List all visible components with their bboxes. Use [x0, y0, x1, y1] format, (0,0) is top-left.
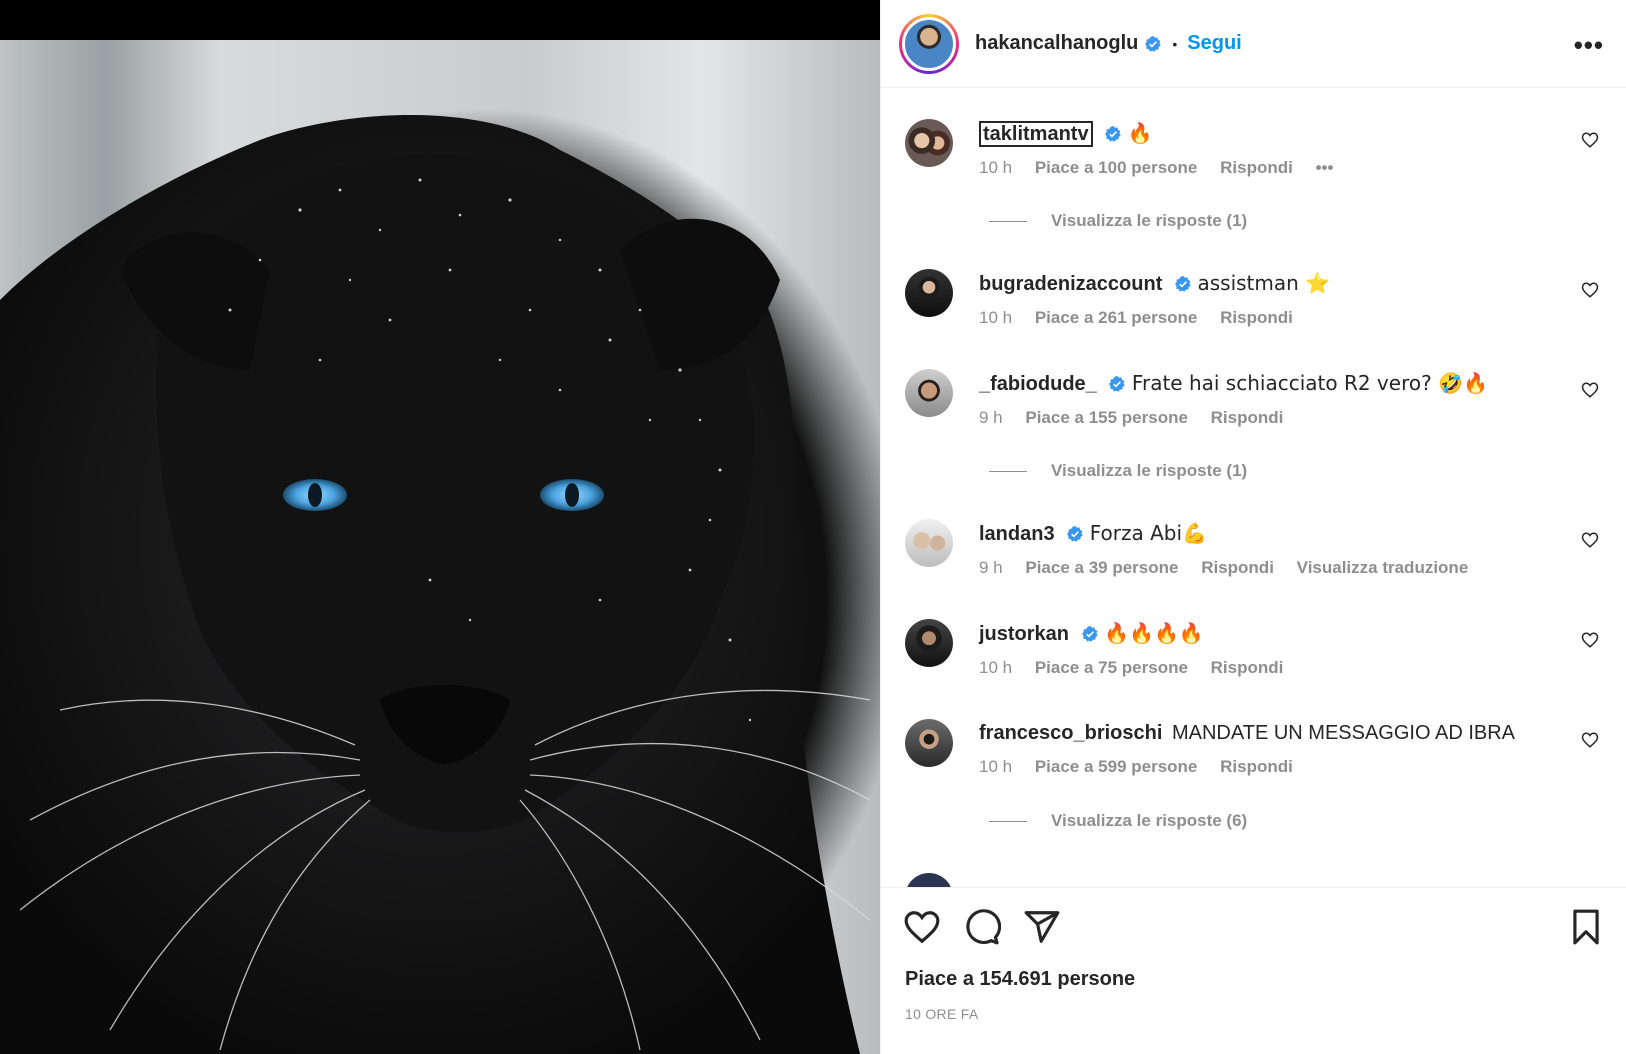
comment-time: 10 h [979, 757, 1013, 776]
heart-icon[interactable] [1581, 631, 1599, 649]
share-icon[interactable] [1023, 908, 1061, 946]
header-separator: • [1172, 35, 1178, 52]
comment-likes[interactable]: Piace a 261 persone [1035, 308, 1198, 327]
comment-username[interactable]: justorkan [979, 623, 1069, 645]
author-username[interactable]: hakancalhanoglu [975, 32, 1138, 55]
panther-photo[interactable] [0, 40, 880, 1054]
comment-likes[interactable]: Piace a 599 persone [1035, 757, 1198, 776]
follow-button[interactable]: Segui [1187, 32, 1241, 55]
comment-text: Frate hai schiacciato R2 vero? 🤣🔥 [1131, 371, 1488, 395]
more-options-icon[interactable]: ••• [1574, 30, 1604, 61]
comment-text: assistman ⭐ [1197, 271, 1331, 295]
comments-list[interactable]: taklitmantv 🔥 10 h Piace a 100 persone R… [881, 89, 1626, 887]
heart-icon[interactable] [1581, 731, 1599, 749]
reply-button[interactable]: Rispondi [1211, 658, 1284, 677]
author-avatar[interactable] [899, 13, 959, 74]
comment-likes[interactable]: Piace a 100 persone [1035, 158, 1198, 177]
heart-icon[interactable] [1581, 281, 1599, 299]
comment-time: 9 h [979, 558, 1003, 577]
comment-avatar[interactable] [905, 269, 953, 317]
comment-avatar[interactable] [905, 119, 953, 167]
verified-badge-icon [1175, 275, 1191, 292]
heart-icon[interactable] [1581, 381, 1599, 399]
reply-button[interactable]: Rispondi [1211, 408, 1284, 427]
post-actions-bar: Piace a 154.691 persone 10 ORE FA [881, 887, 1626, 1054]
reply-button[interactable]: Rispondi [1220, 158, 1293, 177]
view-replies-button[interactable]: Visualizza le risposte (1) [989, 461, 1247, 481]
comment-avatar[interactable] [905, 519, 953, 567]
verified-badge-icon [1067, 525, 1083, 542]
comment-text: 🔥 [1127, 121, 1153, 145]
comment-avatar[interactable] [905, 873, 953, 887]
comment-avatar[interactable] [905, 719, 953, 767]
comment-likes[interactable]: Piace a 75 persone [1035, 658, 1188, 677]
post-likes-count[interactable]: Piace a 154.691 persone [905, 968, 1135, 991]
media-top-bar [0, 0, 880, 40]
comment-time: 9 h [979, 408, 1003, 427]
bookmark-icon[interactable] [1567, 908, 1605, 946]
comment-username[interactable]: francesco_brioschi [979, 722, 1162, 744]
comment-username[interactable]: landan3 [979, 523, 1055, 545]
verified-badge-icon [1109, 375, 1126, 392]
comment-more-icon[interactable]: ••• [1316, 158, 1334, 177]
heart-icon[interactable] [1581, 531, 1599, 549]
reply-button[interactable]: Rispondi [1220, 308, 1293, 327]
post-header: hakancalhanoglu • Segui ••• [881, 0, 1626, 88]
comment-username[interactable]: _fabiodude_ [979, 373, 1097, 395]
heart-icon[interactable] [903, 908, 941, 946]
comment-username[interactable]: taklitmantv [979, 121, 1093, 147]
translate-button[interactable]: Visualizza traduzione [1297, 558, 1469, 577]
comment-likes[interactable]: Piace a 39 persone [1025, 558, 1178, 577]
comment-likes[interactable]: Piace a 155 persone [1025, 408, 1188, 427]
reply-button[interactable]: Rispondi [1201, 558, 1274, 577]
post-timestamp: 10 ORE FA [905, 1006, 979, 1022]
reply-button[interactable]: Rispondi [1220, 757, 1293, 776]
comment-text: MANDATE UN MESSAGGIO AD IBRA [1171, 722, 1516, 744]
comment-text: 🔥🔥🔥🔥 [1104, 621, 1204, 645]
view-replies-button[interactable]: Visualizza le risposte (1) [989, 211, 1247, 231]
heart-icon[interactable] [1581, 131, 1599, 149]
panther-illustration [0, 115, 871, 1054]
comment-time: 10 h [979, 308, 1013, 327]
post-side-panel: hakancalhanoglu • Segui ••• taklitmantv … [880, 0, 1626, 1054]
post-media [0, 0, 880, 1054]
comment-avatar[interactable] [905, 369, 953, 417]
comment-text: Forza Abi💪 [1089, 521, 1207, 545]
view-replies-button[interactable]: Visualizza le risposte (6) [989, 811, 1247, 831]
comment-avatar[interactable] [905, 619, 953, 667]
comment-time: 10 h [979, 158, 1013, 177]
verified-badge-icon [1145, 35, 1162, 52]
verified-badge-icon [1081, 625, 1098, 642]
comment-icon[interactable] [963, 908, 1001, 946]
comment-username[interactable]: bugradenizaccount [979, 273, 1162, 295]
comment-time: 10 h [979, 658, 1013, 677]
verified-badge-icon [1105, 125, 1121, 142]
